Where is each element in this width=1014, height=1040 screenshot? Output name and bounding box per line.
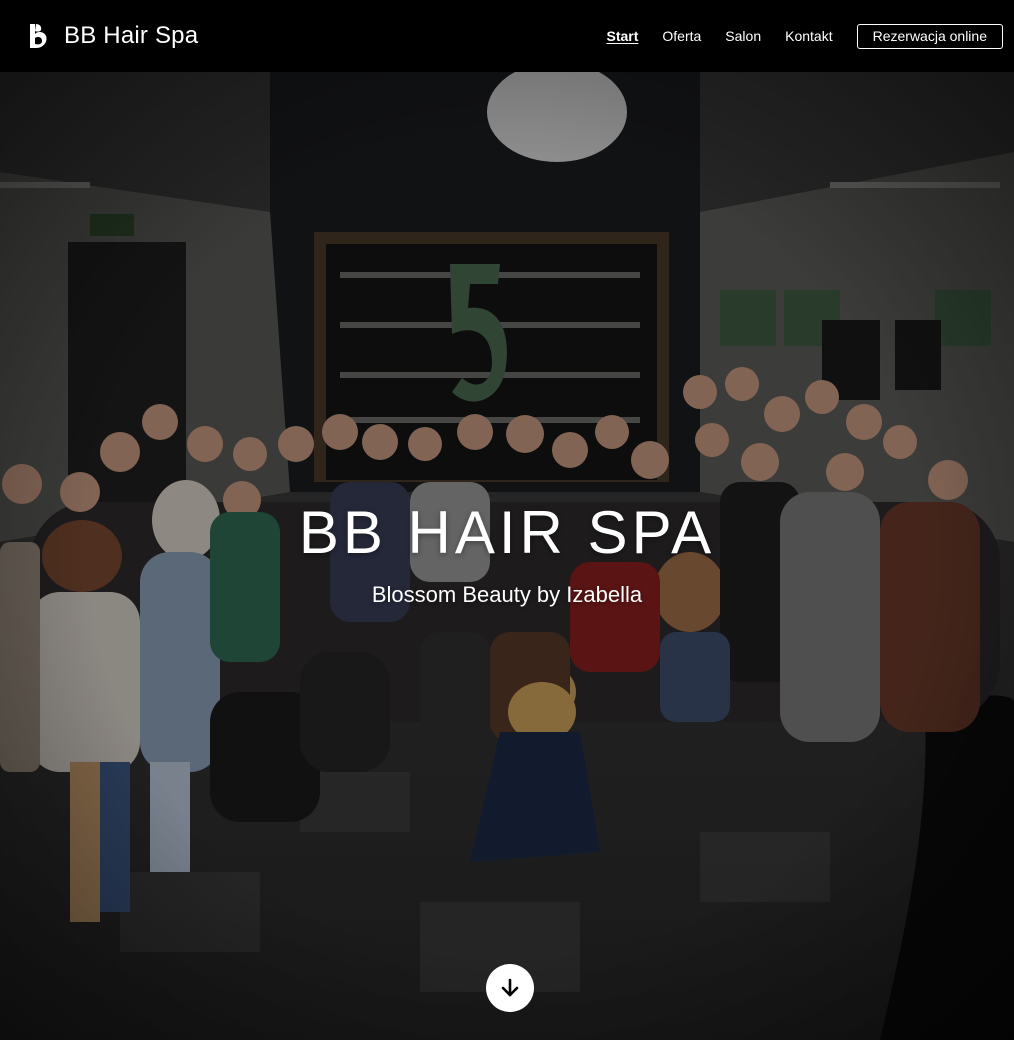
online-booking-button[interactable]: Rezerwacja online: [856, 23, 1003, 49]
page: BB Hair Spa Start Oferta Salon Kontakt R…: [0, 0, 1014, 1040]
site-header: BB Hair Spa Start Oferta Salon Kontakt R…: [0, 0, 1014, 72]
hero-section: BB HAIR SPA Blossom Beauty by Izabella: [0, 72, 1014, 1040]
main-nav: Start Oferta Salon Kontakt Rezerwacja on…: [606, 0, 1014, 72]
hero-subtitle: Blossom Beauty by Izabella: [371, 582, 643, 607]
nav-kontakt[interactable]: Kontakt: [785, 28, 832, 44]
nav-salon[interactable]: Salon: [725, 28, 761, 44]
bb-logo-icon: [30, 24, 47, 48]
brand-home-link[interactable]: BB Hair Spa: [26, 21, 198, 51]
nav-oferta[interactable]: Oferta: [662, 28, 701, 44]
scroll-down-button[interactable]: [486, 964, 534, 1012]
brand-name: BB Hair Spa: [64, 22, 199, 49]
nav-start[interactable]: Start: [606, 28, 638, 44]
hero-title: BB HAIR SPA: [298, 499, 716, 566]
arrow-down-icon: [501, 978, 519, 997]
